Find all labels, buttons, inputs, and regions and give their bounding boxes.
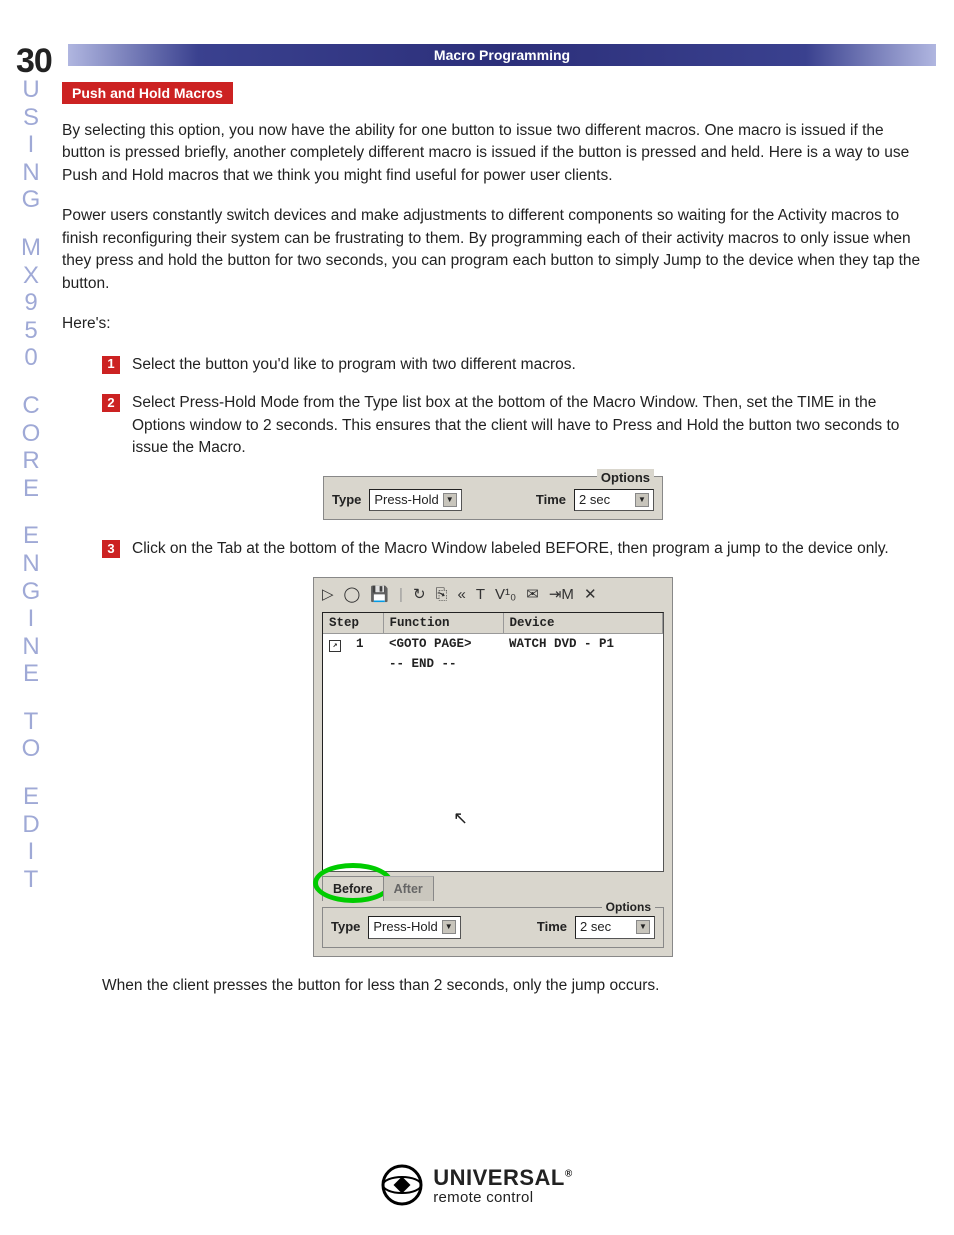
side-title-letters: USINGMX950COREENGINETOEDIT (16, 76, 46, 893)
goto-page-icon: ↗ (329, 640, 341, 652)
step-number-1: 1 (102, 356, 120, 374)
col-step-header: Step (323, 613, 383, 634)
toolbar-icon[interactable]: ⎘ (436, 584, 448, 606)
mouse-cursor-icon: ↖ (453, 805, 468, 831)
step-3-text: Click on the Tab at the bottom of the Ma… (132, 538, 924, 560)
time-dropdown-value: 2 sec (579, 491, 610, 510)
step-number-2: 2 (102, 394, 120, 412)
universal-logo-icon (381, 1164, 423, 1206)
dropdown-arrow-icon: ▼ (636, 920, 650, 934)
dropdown-arrow-icon: ▼ (635, 493, 649, 507)
row-device: WATCH DVD - P1 (503, 633, 663, 654)
type-label: Type (332, 491, 361, 510)
time-dropdown[interactable]: 2 sec ▼ (575, 916, 655, 939)
tab-before-label: Before (333, 882, 373, 896)
dropdown-arrow-icon: ▼ (442, 920, 456, 934)
table-row[interactable]: ↗ 1 <GOTO PAGE> WATCH DVD - P1 (323, 633, 663, 654)
step-number-3: 3 (102, 540, 120, 558)
footer-logo: UNIVERSAL® remote control (0, 1164, 954, 1211)
toolbar-icon[interactable]: ▷ (322, 584, 334, 606)
toolbar-icon[interactable]: « (458, 584, 466, 606)
col-device-header: Device (503, 613, 663, 634)
type-dropdown[interactable]: Press-Hold ▼ (368, 916, 460, 939)
tab-after-label: After (394, 882, 423, 896)
dropdown-arrow-icon: ▼ (443, 493, 457, 507)
toolbar-icon[interactable]: ✉ (526, 584, 539, 606)
step-1-text: Select the button you'd like to program … (132, 354, 924, 376)
tab-after[interactable]: After (383, 876, 434, 901)
row-function: <GOTO PAGE> (383, 633, 503, 654)
logo-brand-text: UNIVERSAL (433, 1165, 565, 1190)
section-heading-push-hold: Push and Hold Macros (62, 82, 233, 104)
options-group-label: Options (602, 899, 655, 916)
toolbar-icon[interactable]: ✕ (584, 584, 597, 606)
time-label: Time (537, 918, 567, 937)
macro-step-table: Step Function Device ↗ 1 <GOTO PAGE> WAT… (322, 612, 664, 872)
header-band: Macro Programming (68, 44, 936, 66)
paragraph-intro-1: By selecting this option, you now have t… (62, 120, 924, 187)
heres-label: Here's: (62, 313, 924, 335)
footer-paragraph: When the client presses the button for l… (102, 975, 924, 997)
step-2-text: Select Press-Hold Mode from the Type lis… (132, 392, 924, 459)
options-group-label: Options (597, 469, 654, 488)
macro-toolbar: ▷ ◯ 💾 | ↻ ⎘ « T V¹₀ ✉ ⇥M ✕ (314, 578, 672, 612)
type-dropdown-value: Press-Hold (373, 918, 437, 937)
logo-subtitle: remote control (433, 1189, 573, 1206)
logo-registered-mark: ® (565, 1168, 573, 1179)
tab-before[interactable]: Before (322, 876, 384, 901)
toolbar-icon[interactable]: T (476, 584, 485, 606)
toolbar-icon[interactable]: V¹₀ (495, 584, 516, 606)
time-dropdown[interactable]: 2 sec ▼ (574, 489, 654, 512)
type-label: Type (331, 918, 360, 937)
row-end-marker: -- END -- (383, 654, 503, 674)
type-dropdown-value: Press-Hold (374, 491, 438, 510)
header-band-text: Macro Programming (434, 47, 570, 63)
toolbar-icon[interactable]: ↻ (413, 584, 426, 606)
col-function-header: Function (383, 613, 503, 634)
toolbar-icon[interactable]: 💾 (370, 584, 389, 606)
row-step-num: 1 (356, 637, 364, 651)
time-label: Time (536, 491, 566, 510)
toolbar-separator: | (399, 584, 403, 606)
table-row: -- END -- (323, 654, 663, 674)
paragraph-intro-2: Power users constantly switch devices an… (62, 205, 924, 295)
figure-options-strip: Options Type Press-Hold ▼ Time 2 sec ▼ (323, 476, 663, 521)
figure-macro-window: ▷ ◯ 💾 | ↻ ⎘ « T V¹₀ ✉ ⇥M ✕ Step Function Device ↗ 1… (313, 577, 673, 957)
toolbar-icon[interactable]: ⇥M (549, 584, 574, 606)
type-dropdown[interactable]: Press-Hold ▼ (369, 489, 461, 512)
time-dropdown-value: 2 sec (580, 918, 611, 937)
toolbar-icon[interactable]: ◯ (344, 584, 361, 606)
